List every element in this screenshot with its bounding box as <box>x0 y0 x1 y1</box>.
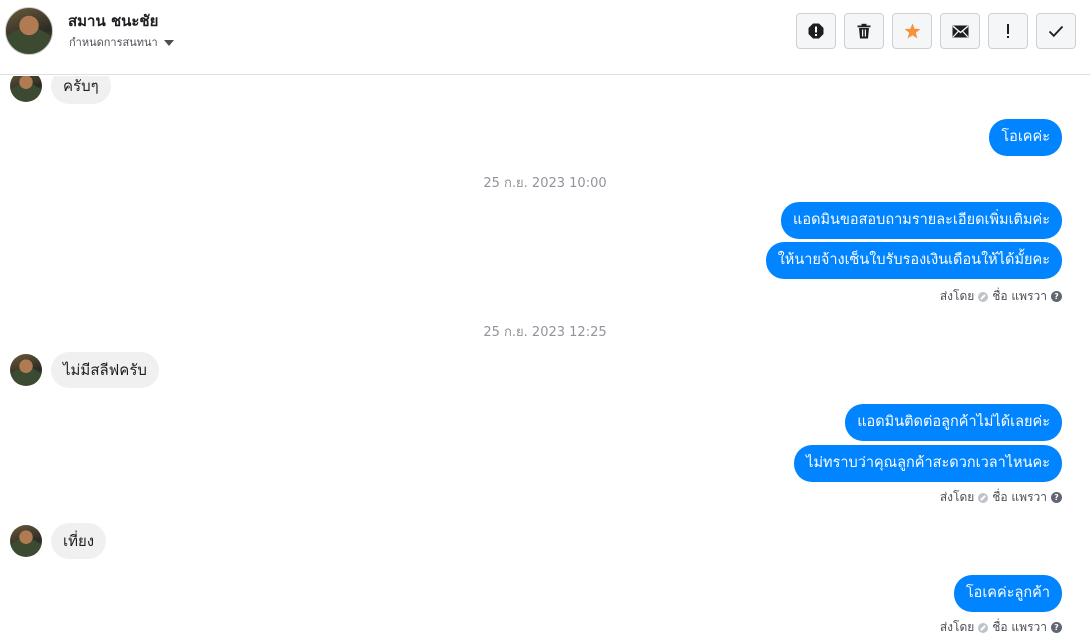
sent-by-name[interactable]: ชื่อ แพรวา <box>992 488 1047 507</box>
sent-by-info: ส่งโดย ชื่อ แพรวา ? <box>940 488 1062 507</box>
sent-by-prefix: ส่งโดย <box>939 620 975 634</box>
message-thread[interactable]: ครับๆ โอเคค่ะ 25 ก.ย. 2023 10:00 แอดมินข… <box>0 76 1090 642</box>
contact-avatar-small[interactable] <box>10 525 42 557</box>
sent-by-info: ส่งโดย ชื่อ แพรวา ? <box>940 287 1062 306</box>
help-icon[interactable]: ? <box>1051 622 1062 633</box>
alert-octagon-icon <box>808 23 824 39</box>
help-icon[interactable]: ? <box>1051 291 1062 302</box>
timestamp: 25 ก.ย. 2023 10:00 <box>483 176 607 191</box>
conversation-schedule-dropdown[interactable]: กำหนดการสนทนา <box>69 33 174 51</box>
outgoing-message[interactable]: ให้นายจ้างเซ็นใบรับรองเงินเดือนให้ได้มั้… <box>765 242 1062 279</box>
envelope-icon <box>952 25 968 37</box>
contact-avatar[interactable] <box>5 7 53 55</box>
important-button[interactable] <box>988 13 1028 49</box>
incoming-message: เที่ยง <box>10 523 107 559</box>
help-icon[interactable]: ? <box>1051 492 1062 503</box>
conversation-header: สมาน ชนะชัย กำหนดการสนทนา <box>0 0 1090 75</box>
outgoing-message[interactable]: แอดมินขอสอบถามรายละเอียดเพิ่มเติมค่ะ <box>781 202 1062 239</box>
incoming-message: ไม่มีสลีฟครับ <box>10 352 159 388</box>
mark-unread-button[interactable] <box>940 13 980 49</box>
incoming-message: ครับๆ <box>10 76 111 104</box>
contact-name[interactable]: สมาน ชนะชัย <box>68 9 158 33</box>
contact-avatar-small[interactable] <box>10 354 42 386</box>
check-circle-icon <box>978 622 989 633</box>
star-icon <box>904 23 920 39</box>
message-bubble[interactable]: ครับๆ <box>51 76 111 104</box>
spam-button[interactable] <box>796 13 836 49</box>
sent-by-prefix: ส่งโดย <box>939 289 975 303</box>
sent-by-info: ส่งโดย ชื่อ แพรวา ? <box>940 618 1062 637</box>
conversation-schedule-label: กำหนดการสนทนา <box>69 36 158 49</box>
caret-down-icon <box>163 39 174 46</box>
outgoing-message[interactable]: แอดมินติดต่อลูกค้าไม่ได้เลยค่ะ <box>845 404 1062 441</box>
exclamation-icon <box>1007 24 1009 38</box>
sent-by-prefix: ส่งโดย <box>939 490 975 504</box>
check-circle-icon <box>978 492 989 503</box>
sent-by-name[interactable]: ชื่อ แพรวา <box>992 618 1047 637</box>
outgoing-message[interactable]: ไม่ทราบว่าคุณลูกค้าสะดวกเวลาไหนคะ <box>794 445 1062 482</box>
done-button[interactable] <box>1036 13 1076 49</box>
outgoing-message[interactable]: โอเคค่ะลูกค้า <box>953 575 1062 612</box>
check-circle-icon <box>978 291 989 302</box>
message-bubble[interactable]: ไม่มีสลีฟครับ <box>51 352 159 388</box>
sent-by-name[interactable]: ชื่อ แพรวา <box>992 287 1047 306</box>
message-bubble[interactable]: เที่ยง <box>51 523 107 559</box>
outgoing-message[interactable]: โอเคค่ะ <box>989 119 1062 156</box>
check-icon <box>1048 25 1064 38</box>
star-button[interactable] <box>892 13 932 49</box>
timestamp: 25 ก.ย. 2023 12:25 <box>483 325 607 340</box>
trash-icon <box>857 23 871 39</box>
delete-button[interactable] <box>844 13 884 49</box>
contact-avatar-small[interactable] <box>10 76 42 102</box>
action-toolbar <box>796 13 1076 49</box>
